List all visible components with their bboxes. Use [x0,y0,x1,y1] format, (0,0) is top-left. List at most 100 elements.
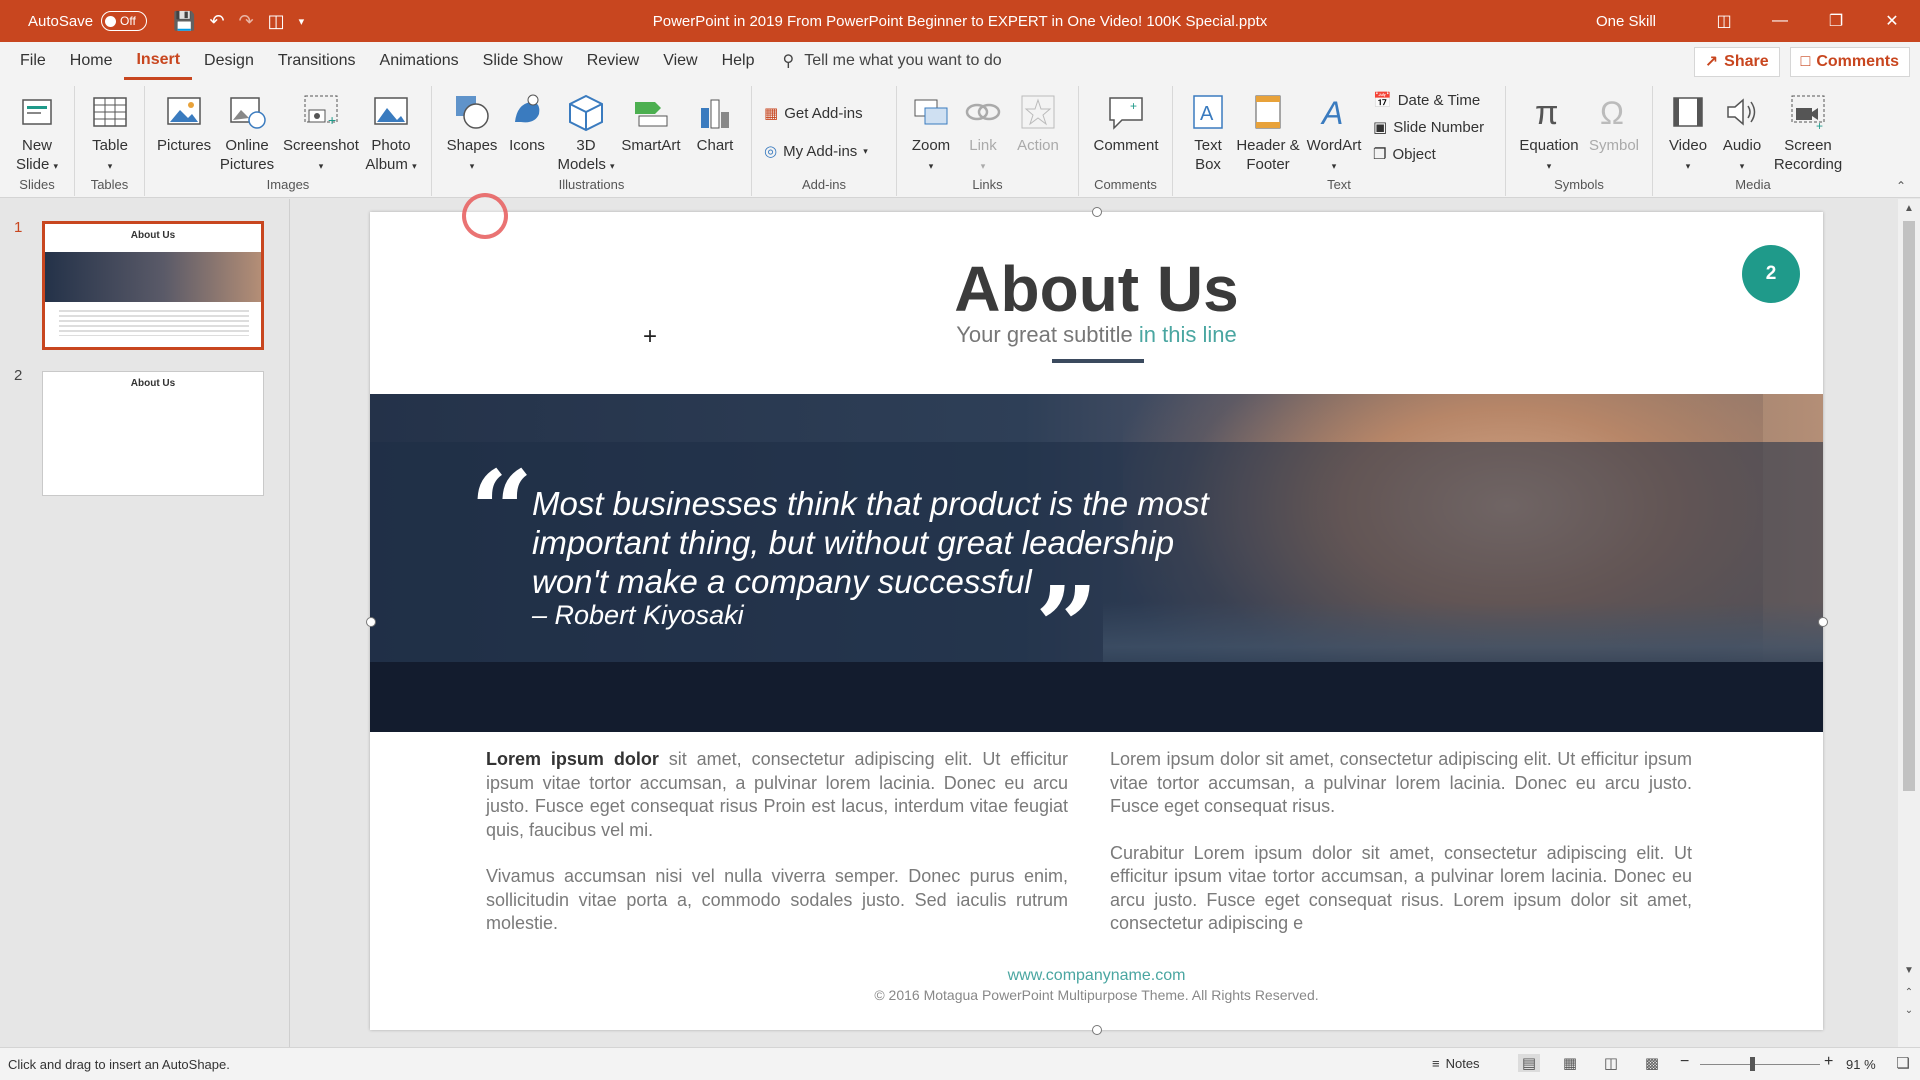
tab-design[interactable]: Design [192,42,266,80]
vertical-scrollbar[interactable]: ▲ ▼ ⌃ ⌄ [1898,199,1920,1047]
table-button[interactable]: Table ▾ [85,92,135,176]
link-button[interactable]: Link ▾ [963,92,1003,176]
quote-banner-image[interactable]: “ Most businesses think that product is … [370,394,1823,732]
header-footer-button[interactable]: Header & Footer [1235,92,1301,174]
notes-button[interactable]: ≡ Notes [1432,1056,1480,1071]
slide-sorter-icon[interactable]: ▦ [1559,1054,1581,1072]
screenshot-button[interactable]: + Screenshot ▾ [281,92,361,176]
equation-label: Equation [1519,137,1579,154]
reading-view-icon[interactable]: ◫ [1600,1054,1622,1072]
resize-handle-left[interactable] [366,617,376,627]
tab-home[interactable]: Home [58,42,125,80]
restore-icon[interactable]: ❐ [1808,11,1864,31]
shapes-button[interactable]: Shapes ▾ [442,92,502,176]
zoom-slider-thumb[interactable] [1750,1057,1755,1071]
zoom-in-icon[interactable]: + [1824,1053,1833,1071]
zoom-button[interactable]: Zoom ▾ [909,92,953,176]
presenter-icon[interactable]: ◫ [268,11,285,32]
chart-button[interactable]: Chart [690,92,740,155]
wordart-button[interactable]: A WordArt ▾ [1303,92,1365,176]
scroll-thumb[interactable] [1903,221,1915,791]
slide-canvas[interactable]: About Us Your great subtitle in this lin… [370,212,1823,1030]
3d-models-button[interactable]: 3D Models ▾ [554,92,618,176]
slide-subtitle[interactable]: Your great subtitle in this line [370,322,1823,348]
previous-slide-icon[interactable]: ⌃ [1898,987,1920,998]
footer-url[interactable]: www.companyname.com [370,967,1823,985]
tab-help[interactable]: Help [710,42,767,80]
zoom-slider[interactable] [1700,1064,1820,1065]
text-column-left[interactable]: Lorem ipsum dolor sit amet, consectetur … [486,748,1068,959]
chart-label: Chart [696,137,734,154]
slide-number-button[interactable]: ▣ Slide Number [1373,118,1484,137]
tab-review[interactable]: Review [575,42,651,80]
icons-button[interactable]: Icons [504,92,550,155]
slide-number-badge[interactable]: 2 [1742,245,1800,303]
photo-album-button[interactable]: Photo Album ▾ [359,92,423,176]
save-icon[interactable]: 💾 [173,11,195,32]
online-pictures-icon [230,97,266,129]
comment-button[interactable]: + Comment [1091,92,1161,155]
symbol-button[interactable]: Ω Symbol [1584,92,1644,155]
online-pictures-button[interactable]: Online Pictures [217,92,277,174]
footer-copyright[interactable]: © 2016 Motagua PowerPoint Multipurpose T… [370,987,1823,1003]
slide-title[interactable]: About Us [370,252,1823,326]
chart-icon [701,99,729,129]
slide-thumbnail-1[interactable]: About Us [42,221,264,350]
tab-transitions[interactable]: Transitions [266,42,368,80]
slide-number-icon: ▣ [1373,119,1388,136]
pictures-button[interactable]: Pictures [157,92,211,155]
close-icon[interactable]: ✕ [1864,11,1920,31]
get-addins-button[interactable]: ▦ Get Add-ins [764,104,863,123]
smartart-icon [635,102,668,127]
wordart-icon: A [1320,95,1343,131]
resize-handle-bottom[interactable] [1092,1025,1102,1035]
tab-insert[interactable]: Insert [124,42,193,80]
date-time-button[interactable]: 📅 Date & Time [1373,91,1480,110]
next-slide-icon[interactable]: ⌄ [1898,1005,1920,1016]
smartart-button[interactable]: SmartArt [618,92,684,155]
ribbon-display-icon[interactable]: ◫ [1696,11,1752,31]
text-column-right[interactable]: Lorem ipsum dolor sit amet, consectetur … [1110,748,1692,959]
3d-models-label: 3D Models [557,137,606,173]
quote-text[interactable]: Most businesses think that product is th… [532,484,1252,601]
equation-button[interactable]: π Equation ▾ [1516,92,1582,176]
undo-icon[interactable]: ↶ [209,11,224,32]
scroll-up-icon[interactable]: ▲ [1898,203,1920,214]
group-slides: New Slide ▾ Slides [0,86,75,196]
resize-handle-right[interactable] [1818,617,1828,627]
tab-file[interactable]: File [8,42,58,80]
object-button[interactable]: ❐ Object [1373,145,1436,164]
tab-view[interactable]: View [651,42,709,80]
slide-thumbnail-2[interactable]: About Us [42,371,264,496]
customize-qat-icon[interactable]: ▾ [299,15,305,28]
redo-icon[interactable]: ↷ [239,11,254,32]
tab-slide-show[interactable]: Slide Show [471,42,575,80]
user-name[interactable]: One Skill [1596,13,1656,30]
comments-button[interactable]: □ Comments [1789,47,1910,77]
my-addins-button[interactable]: ◎ My Add-ins ▾ [764,142,868,161]
zoom-out-icon[interactable]: − [1680,1053,1689,1071]
collapse-ribbon-icon[interactable]: ⌃ [1896,179,1906,193]
scroll-down-icon[interactable]: ▼ [1898,965,1920,976]
normal-view-icon[interactable]: ▤ [1518,1054,1540,1072]
svg-text:+: + [1816,119,1823,132]
share-button[interactable]: ↗ Share [1693,47,1780,77]
tell-me-box[interactable]: ⚲ Tell me what you want to do [782,51,1001,71]
resize-handle-top[interactable] [1092,207,1102,217]
audio-button[interactable]: Audio ▾ [1719,92,1765,176]
slideshow-view-icon[interactable]: ▩ [1641,1054,1663,1072]
autosave[interactable]: AutoSave Off [28,11,148,31]
tab-animations[interactable]: Animations [368,42,471,80]
minimize-icon[interactable]: — [1752,12,1808,30]
action-button[interactable]: Action [1013,92,1063,155]
zoom-level[interactable]: 91 % [1846,1057,1876,1072]
new-slide-button[interactable]: New Slide ▾ [6,92,68,176]
text-box-button[interactable]: A Text Box [1187,92,1229,174]
fit-to-window-icon[interactable]: ❏ [1892,1054,1914,1072]
screen-recording-label: Screen Recording [1773,137,1843,173]
pi-icon: π [1535,94,1558,132]
autosave-toggle[interactable]: Off [101,11,148,31]
screen-recording-button[interactable]: + Screen Recording [1771,92,1845,174]
video-button[interactable]: Video ▾ [1663,92,1713,176]
quote-author[interactable]: – Robert Kiyosaki [532,600,744,631]
